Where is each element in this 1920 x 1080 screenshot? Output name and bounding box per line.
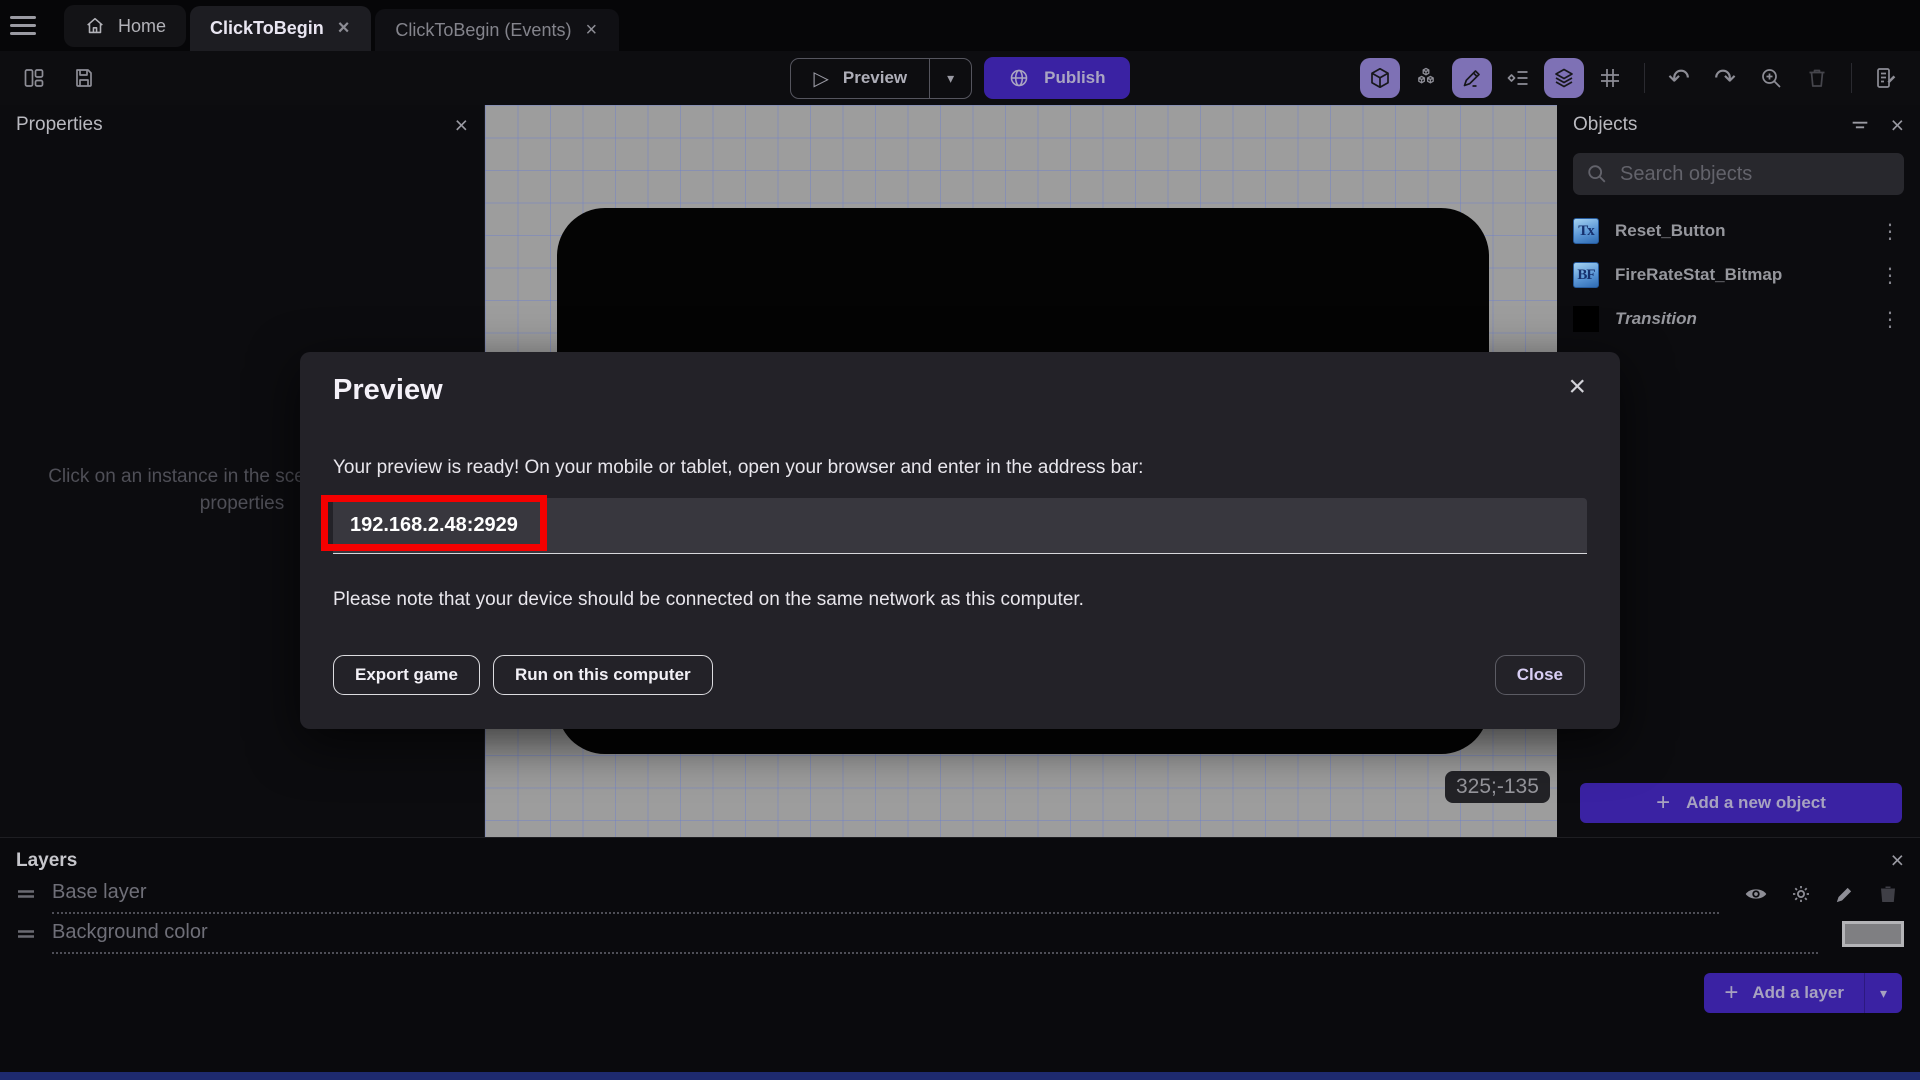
layer-row-base-layer[interactable]: Base layer [0, 874, 1920, 914]
instances-list-icon[interactable] [1498, 58, 1538, 98]
add-layer-dropdown-button[interactable]: ▾ [1864, 973, 1902, 1013]
redo-icon[interactable]: ↷ [1705, 58, 1745, 98]
hamburger-menu-icon[interactable] [0, 0, 46, 51]
tab-label: ClickToBegin [210, 18, 324, 38]
tab-bar: Home ClickToBegin × ClickToBegin (Events… [0, 0, 1920, 51]
dialog-close-icon[interactable]: × [1568, 372, 1586, 402]
preview-button-label: Preview [842, 68, 908, 87]
preview-button[interactable]: ▷ Preview ▾ [790, 57, 973, 99]
visibility-eye-icon[interactable] [1743, 881, 1769, 907]
layer-row-background-color[interactable]: Background color [0, 914, 1920, 954]
add-layer-label: Add a layer [1752, 983, 1844, 1002]
dialog-note-text: Please note that your device should be c… [333, 589, 1084, 610]
search-icon [1586, 163, 1608, 185]
toolbar-divider [1851, 63, 1852, 93]
preview-dropdown-button[interactable]: ▾ [929, 58, 971, 98]
chevron-down-icon: ▾ [947, 69, 955, 86]
publish-button[interactable]: Publish [984, 57, 1130, 99]
layers-panel: Layers × Base layer Background color + A… [0, 837, 1920, 1072]
tab-home[interactable]: Home [64, 5, 187, 47]
drag-handle-icon[interactable] [14, 922, 38, 946]
objects-close-icon[interactable]: × [1891, 112, 1904, 139]
toolbar: ▷ Preview ▾ Publish ↶ ↷ [0, 51, 1920, 105]
effects-icon[interactable] [1789, 882, 1813, 906]
trash-icon [1797, 58, 1837, 98]
3d-box-icon[interactable] [1360, 58, 1400, 98]
object-name: Reset_Button [1615, 221, 1726, 240]
plus-icon: + [1656, 789, 1671, 816]
tab-label: ClickToBegin (Events) [395, 19, 572, 40]
black-square-object-icon [1573, 306, 1599, 332]
delete-layer-trash-icon [1876, 882, 1900, 906]
dialog-body-text: Your preview is ready! On your mobile or… [333, 457, 1144, 478]
publish-button-label: Publish [1044, 68, 1106, 87]
layer-name[interactable]: Base layer [52, 881, 147, 906]
object-name: Transition [1615, 309, 1697, 328]
object-name: FireRateStat_Bitmap [1615, 265, 1783, 284]
export-game-button[interactable]: Export game [333, 655, 480, 695]
object-menu-icon[interactable]: ⋮ [1876, 263, 1904, 288]
dialog-title: Preview [333, 374, 443, 406]
properties-panel-title: Properties [16, 114, 103, 135]
tab-clicktobegin[interactable]: ClickToBegin × [190, 6, 372, 51]
add-new-object-button[interactable]: + Add a new object [1580, 783, 1902, 823]
bottom-edge-strip [0, 1072, 1920, 1080]
add-object-label: Add a new object [1686, 793, 1826, 812]
objects-cubes-icon[interactable] [1406, 58, 1446, 98]
add-layer-button[interactable]: + Add a layer ▾ [1704, 973, 1902, 1013]
undo-icon[interactable]: ↶ [1659, 58, 1699, 98]
preview-address-input[interactable] [333, 498, 1587, 554]
background-color-swatch[interactable] [1842, 921, 1904, 947]
objects-search-input[interactable] [1620, 162, 1891, 186]
tab-label: Home [118, 15, 167, 36]
tab-close-icon[interactable]: × [583, 19, 599, 42]
toolbar-divider [1644, 63, 1645, 93]
globe-icon [1008, 67, 1030, 89]
layers-panel-title: Layers [16, 849, 78, 871]
edit-layer-pencil-icon[interactable] [1833, 883, 1856, 906]
home-icon [84, 15, 106, 37]
object-menu-icon[interactable]: ⋮ [1876, 307, 1904, 332]
plus-icon: + [1724, 979, 1739, 1006]
object-row-transition[interactable]: Transition ⋮ [1557, 297, 1920, 341]
text-object-icon: Tx [1573, 218, 1599, 244]
tab-clicktobegin-events[interactable]: ClickToBegin (Events) × [375, 9, 620, 51]
objects-panel-title: Objects [1573, 114, 1638, 135]
tab-close-icon[interactable]: × [336, 17, 352, 40]
object-row-fireratestat-bitmap[interactable]: BF FireRateStat_Bitmap ⋮ [1557, 253, 1920, 297]
layer-name[interactable]: Background color [52, 921, 208, 946]
zoom-in-icon[interactable] [1751, 58, 1791, 98]
chevron-down-icon: ▾ [1879, 984, 1888, 1001]
filter-icon[interactable] [1849, 114, 1871, 136]
play-icon: ▷ [813, 67, 829, 90]
drag-handle-icon[interactable] [14, 882, 38, 906]
bitmap-font-object-icon: BF [1573, 262, 1599, 288]
layers-icon[interactable] [1544, 58, 1584, 98]
object-row-reset-button[interactable]: Tx Reset_Button ⋮ [1557, 209, 1920, 253]
cursor-coordinates-badge: 325;-135 [1445, 771, 1550, 803]
objects-search-box[interactable] [1573, 153, 1904, 195]
edit-pencil-icon[interactable] [1452, 58, 1492, 98]
edit-events-sheet-icon[interactable] [1866, 58, 1906, 98]
object-menu-icon[interactable]: ⋮ [1876, 219, 1904, 244]
layers-close-icon[interactable]: × [1891, 847, 1904, 874]
run-on-this-computer-button[interactable]: Run on this computer [492, 655, 713, 695]
close-dialog-button[interactable]: Close [1494, 655, 1585, 695]
grid-icon[interactable] [1590, 58, 1630, 98]
properties-close-icon[interactable]: × [455, 112, 468, 139]
preview-dialog: Preview × Your preview is ready! On your… [300, 352, 1620, 729]
